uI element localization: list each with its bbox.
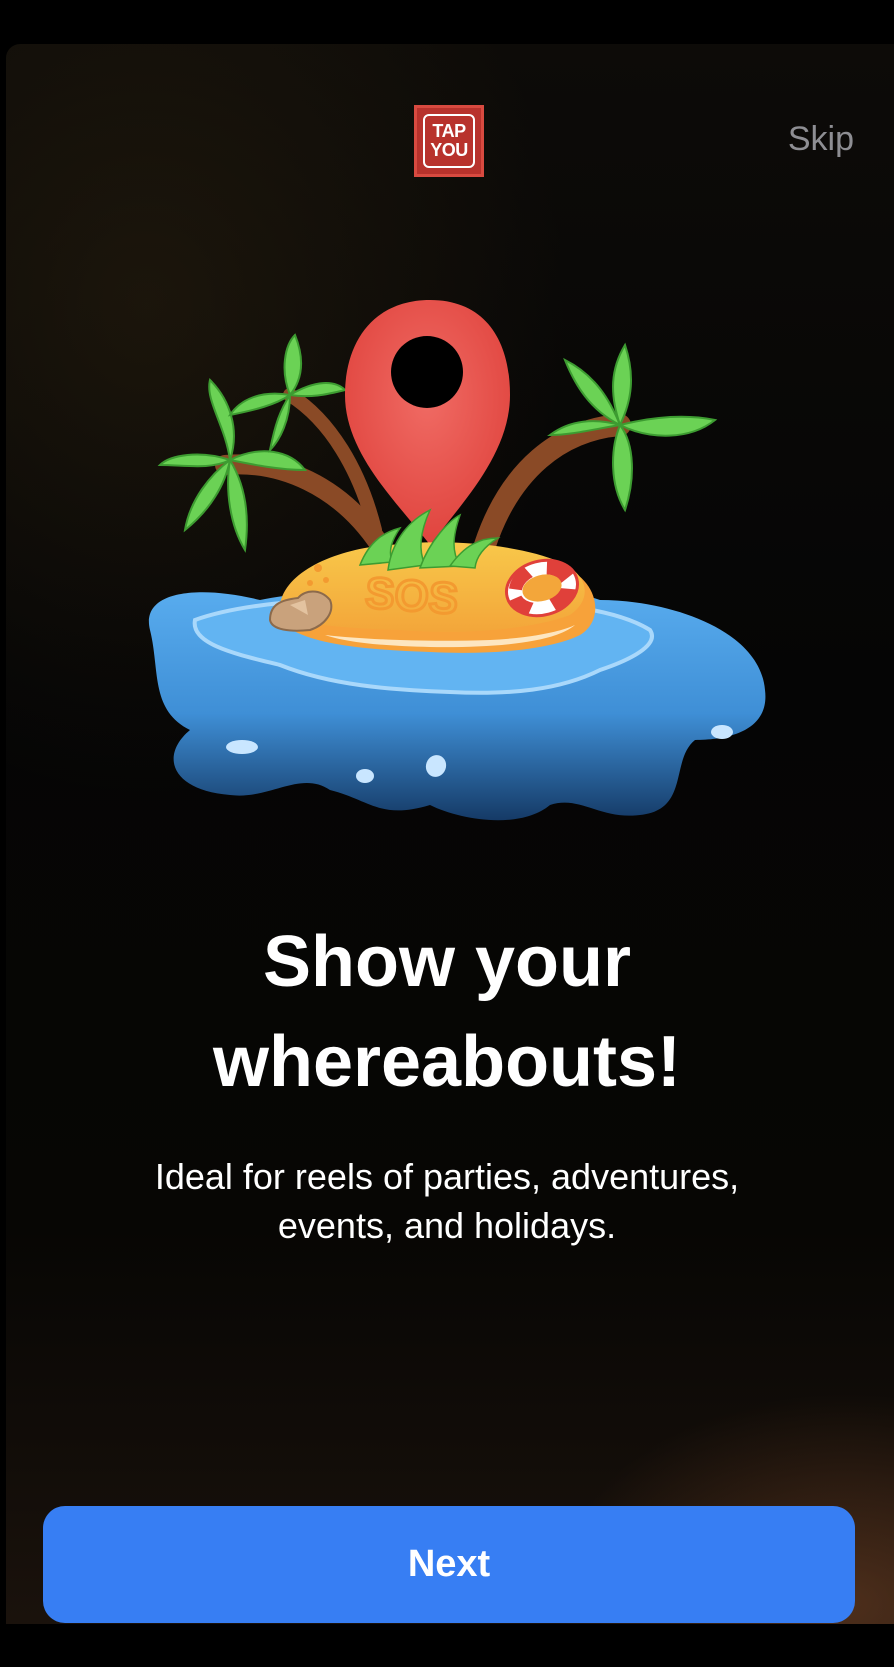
onboarding-title: Show your whereabouts! [0, 912, 894, 1112]
logo-text-top: TAP [432, 121, 466, 141]
island-location-pin-illustration: SOS [148, 300, 766, 821]
onboarding-subtitle: Ideal for reels of parties, adventures, … [0, 1152, 894, 1250]
skip-button[interactable]: Skip [788, 120, 854, 159]
title-line-1: Show your [262, 922, 631, 1002]
logo-text-bottom: YOU [430, 140, 468, 160]
next-button-label: Next [407, 1543, 491, 1585]
title-line-2: whereabouts! [212, 1022, 682, 1102]
logo-mark: TAP YOU [423, 114, 475, 168]
subtitle-line-2: events, and holidays. [277, 1205, 617, 1246]
next-button[interactable]: Next [43, 1506, 855, 1623]
tapyou-logo: TAP YOU [414, 105, 484, 177]
sand-sos-text: SOS [364, 569, 460, 624]
subtitle-line-1: Ideal for reels of parties, adventures, [154, 1156, 740, 1197]
